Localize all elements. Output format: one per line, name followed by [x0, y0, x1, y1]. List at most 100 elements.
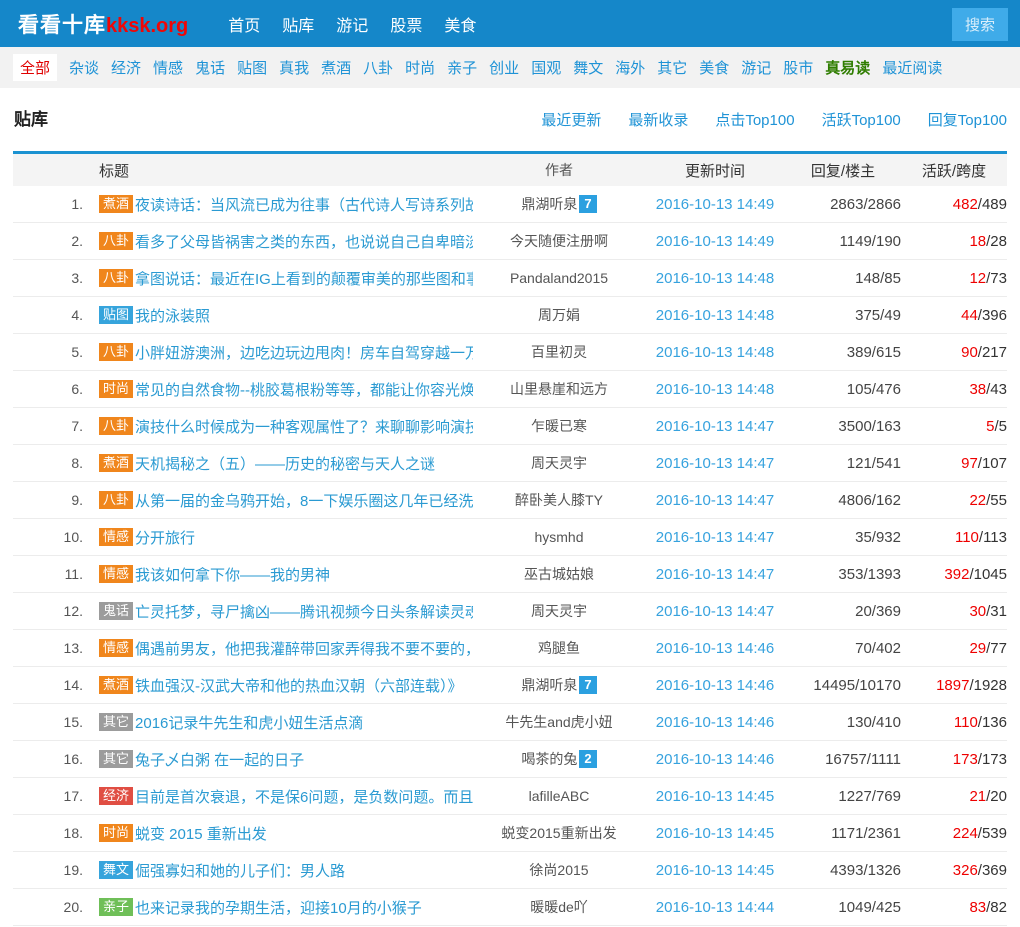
post-update-time[interactable]: 2016-10-13 14:45 [645, 825, 785, 842]
category-badge[interactable]: 煮酒 [99, 676, 133, 695]
post-update-time[interactable]: 2016-10-13 14:48 [645, 381, 785, 398]
title-cell: 情感 偶遇前男友，他把我灌醉带回家弄得我不要不要的，他... [83, 638, 473, 659]
category-item-recent-read[interactable]: 最近阅读 [882, 57, 942, 78]
post-update-time[interactable]: 2016-10-13 14:46 [645, 751, 785, 768]
post-title-link[interactable]: 偶遇前男友，他把我灌醉带回家弄得我不要不要的，他... [135, 638, 473, 659]
post-update-time[interactable]: 2016-10-13 14:46 [645, 640, 785, 657]
post-update-time[interactable]: 2016-10-13 14:44 [645, 899, 785, 916]
post-title-link[interactable]: 目前是首次衰退，不是保6问题，是负数问题。而且中... [135, 786, 473, 807]
author-cell: 鼎湖听泉7 [473, 194, 645, 214]
category-badge[interactable]: 情感 [99, 528, 133, 547]
category-item[interactable]: 真我 [279, 57, 309, 78]
search-button[interactable]: 搜索 [952, 8, 1008, 41]
post-title-link[interactable]: 2016记录牛先生和虎小妞生活点滴 [135, 712, 363, 733]
category-item[interactable]: 国观 [531, 57, 561, 78]
category-item[interactable]: 创业 [489, 57, 519, 78]
post-update-time[interactable]: 2016-10-13 14:46 [645, 714, 785, 731]
author-count-badge[interactable]: 2 [579, 750, 596, 768]
category-item[interactable]: 其它 [657, 57, 687, 78]
main-nav-item[interactable]: 美食 [444, 12, 476, 36]
category-badge[interactable]: 八卦 [99, 491, 133, 510]
category-badge[interactable]: 鬼话 [99, 602, 133, 621]
post-title-link[interactable]: 蜕变 2015 重新出发 [135, 823, 267, 844]
category-badge[interactable]: 时尚 [99, 824, 133, 843]
main-nav-item[interactable]: 贴库 [282, 12, 314, 36]
post-update-time[interactable]: 2016-10-13 14:47 [645, 529, 785, 546]
author-count-badge[interactable]: 7 [579, 676, 596, 694]
sort-tab[interactable]: 活跃Top100 [822, 112, 901, 129]
post-title-link[interactable]: 小胖妞游澳洲，边吃边玩边甩肉！房车自驾穿越一万公... [135, 342, 473, 363]
category-item[interactable]: 煮酒 [321, 57, 351, 78]
main-nav-item[interactable]: 游记 [336, 12, 368, 36]
sort-tab[interactable]: 点击Top100 [715, 112, 794, 129]
category-badge[interactable]: 贴图 [99, 306, 133, 325]
post-title-link[interactable]: 拿图说话：最近在IG上看到的颠覆审美的那些图和事儿 [135, 268, 473, 289]
sort-tab[interactable]: 最新收录 [628, 112, 688, 129]
active-per-span: 110/136 [901, 714, 1007, 731]
category-item[interactable]: 游记 [741, 57, 771, 78]
post-update-time[interactable]: 2016-10-13 14:47 [645, 603, 785, 620]
post-update-time[interactable]: 2016-10-13 14:47 [645, 418, 785, 435]
post-title-link[interactable]: 演技什么时候成为一种客观属性了？来聊聊影响演技的... [135, 416, 473, 437]
post-title-link[interactable]: 从第一届的金乌鸦开始，8一下娱乐圈这几年已经洗白... [135, 490, 473, 511]
category-item[interactable]: 舞文 [573, 57, 603, 78]
post-title-link[interactable]: 亡灵托梦，寻尸擒凶——腾讯视频今日头条解读灵魂的... [135, 601, 473, 622]
category-badge[interactable]: 八卦 [99, 417, 133, 436]
category-item[interactable]: 贴图 [237, 57, 267, 78]
active-per-span: 326/369 [901, 862, 1007, 879]
post-title-link[interactable]: 倔强寡妇和她的儿子们：男人路 [135, 860, 345, 881]
category-badge[interactable]: 八卦 [99, 269, 133, 288]
post-title-link[interactable]: 天机揭秘之（五）——历史的秘密与天人之谜 [135, 453, 435, 474]
category-item[interactable]: 美食 [699, 57, 729, 78]
sort-tab[interactable]: 最近更新 [541, 112, 601, 129]
post-update-time[interactable]: 2016-10-13 14:46 [645, 677, 785, 694]
category-item[interactable]: 经济 [111, 57, 141, 78]
post-title-link[interactable]: 夜读诗话：当风流已成为往事（古代诗人写诗系列故事... [135, 194, 473, 215]
site-logo[interactable]: 看看十库kksk.org [18, 9, 188, 39]
post-title-link[interactable]: 铁血强汉-汉武大帝和他的热血汉朝（六部连载）》 [135, 675, 463, 696]
category-badge[interactable]: 情感 [99, 639, 133, 658]
post-title-link[interactable]: 分开旅行 [135, 527, 195, 548]
category-item[interactable]: 时尚 [405, 57, 435, 78]
post-update-time[interactable]: 2016-10-13 14:48 [645, 270, 785, 287]
category-badge[interactable]: 亲子 [99, 898, 133, 917]
post-update-time[interactable]: 2016-10-13 14:47 [645, 566, 785, 583]
post-update-time[interactable]: 2016-10-13 14:48 [645, 344, 785, 361]
post-title-link[interactable]: 兔子乄白粥 在一起的日子 [135, 749, 304, 770]
post-update-time[interactable]: 2016-10-13 14:45 [645, 788, 785, 805]
category-badge[interactable]: 八卦 [99, 343, 133, 362]
category-badge[interactable]: 其它 [99, 713, 133, 732]
category-badge[interactable]: 其它 [99, 750, 133, 769]
category-badge[interactable]: 舞文 [99, 861, 133, 880]
post-title-link[interactable]: 常见的自然食物--桃胶葛根粉等等，都能让你容光焕发... [135, 379, 473, 400]
category-badge[interactable]: 情感 [99, 565, 133, 584]
category-item[interactable]: 八卦 [363, 57, 393, 78]
post-update-time[interactable]: 2016-10-13 14:45 [645, 862, 785, 879]
category-item-highlight[interactable]: 真易读 [825, 57, 870, 78]
category-badge[interactable]: 经济 [99, 787, 133, 806]
category-badge[interactable]: 煮酒 [99, 195, 133, 214]
category-badge[interactable]: 八卦 [99, 232, 133, 251]
sort-tab[interactable]: 回复Top100 [928, 112, 1007, 129]
post-title-link[interactable]: 我该如何拿下你——我的男神 [135, 564, 330, 585]
category-badge[interactable]: 煮酒 [99, 454, 133, 473]
post-update-time[interactable]: 2016-10-13 14:49 [645, 196, 785, 213]
post-title-link[interactable]: 看多了父母皆祸害之类的东西，也说说自己自卑暗淡的... [135, 231, 473, 252]
category-item[interactable]: 杂谈 [69, 57, 99, 78]
category-item[interactable]: 亲子 [447, 57, 477, 78]
category-item[interactable]: 鬼话 [195, 57, 225, 78]
category-item-all-active[interactable]: 全部 [13, 54, 57, 81]
post-title-link[interactable]: 我的泳装照 [135, 305, 210, 326]
category-item[interactable]: 海外 [615, 57, 645, 78]
post-title-link[interactable]: 也来记录我的孕期生活，迎接10月的小猴子 [135, 897, 422, 918]
main-nav-item[interactable]: 股票 [390, 12, 422, 36]
main-nav-item[interactable]: 首页 [228, 12, 260, 36]
category-item[interactable]: 股市 [783, 57, 813, 78]
post-update-time[interactable]: 2016-10-13 14:47 [645, 492, 785, 509]
post-update-time[interactable]: 2016-10-13 14:49 [645, 233, 785, 250]
category-item[interactable]: 情感 [153, 57, 183, 78]
category-badge[interactable]: 时尚 [99, 380, 133, 399]
post-update-time[interactable]: 2016-10-13 14:48 [645, 307, 785, 324]
post-update-time[interactable]: 2016-10-13 14:47 [645, 455, 785, 472]
author-count-badge[interactable]: 7 [579, 195, 596, 213]
